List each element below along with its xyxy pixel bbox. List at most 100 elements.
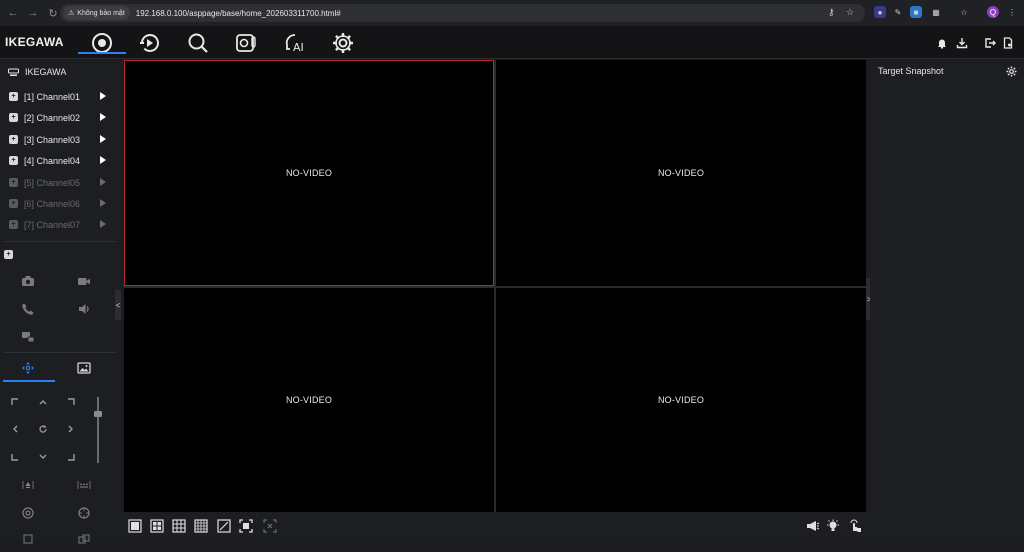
channel-play-icon[interactable] bbox=[100, 156, 106, 164]
playback-icon[interactable] bbox=[137, 31, 161, 55]
bell-icon[interactable] bbox=[936, 37, 948, 49]
preset-button[interactable] bbox=[0, 526, 56, 552]
pen-icon[interactable]: ✎ bbox=[892, 6, 904, 18]
gear-icon[interactable] bbox=[331, 31, 355, 55]
url-text[interactable]: 192.168.0.100/asppage/base/home_20260331… bbox=[136, 9, 341, 18]
video-cell-4[interactable]: NO-VIDEO bbox=[496, 288, 866, 512]
channel-item-5[interactable]: + [5] Channel05 bbox=[0, 172, 120, 193]
download-icon[interactable] bbox=[956, 37, 968, 49]
channel-item-6[interactable]: + [6] Channel06 bbox=[0, 193, 120, 214]
channel-add-icon[interactable]: + bbox=[9, 220, 18, 229]
address-bar[interactable]: ⚠ Không bảo mật 192.168.0.100/asppage/ba… bbox=[60, 4, 865, 22]
ptz-up-left-icon[interactable] bbox=[8, 395, 22, 409]
channel-item-2[interactable]: + [2] Channel02 bbox=[0, 107, 120, 128]
menu-kebab-icon[interactable]: ⋮ bbox=[1006, 6, 1018, 18]
zoom-digital-button[interactable] bbox=[0, 324, 56, 350]
ptz-left-icon[interactable] bbox=[8, 422, 22, 436]
aspect-ratio-icon[interactable] bbox=[217, 519, 231, 533]
channel-add-icon[interactable]: + bbox=[9, 135, 18, 144]
ptz-down-right-icon[interactable] bbox=[64, 450, 78, 464]
tab-image[interactable] bbox=[56, 355, 112, 381]
channel-play-icon[interactable] bbox=[100, 92, 106, 100]
channel-add-icon[interactable]: + bbox=[9, 113, 18, 122]
gear-icon[interactable] bbox=[1006, 66, 1017, 77]
focus-near-button[interactable] bbox=[0, 500, 56, 526]
talk-button[interactable] bbox=[0, 296, 56, 322]
forward-icon[interactable]: → bbox=[26, 6, 40, 20]
channel-add-icon[interactable]: + bbox=[9, 156, 18, 165]
channel-item-4[interactable]: + [4] Channel04 bbox=[0, 150, 120, 171]
nvr-device-icon bbox=[8, 68, 19, 76]
no-video-label: NO-VIDEO bbox=[657, 395, 705, 405]
channel-add-icon[interactable]: + bbox=[9, 199, 18, 208]
ptz-down-icon[interactable] bbox=[36, 450, 50, 464]
collapse-left-panel-handle[interactable]: < bbox=[115, 290, 121, 320]
layout-1-icon[interactable] bbox=[128, 519, 142, 533]
video-cell-1[interactable]: NO-VIDEO bbox=[124, 60, 494, 286]
channel-play-icon[interactable] bbox=[100, 135, 106, 143]
thermal-camera-icon[interactable] bbox=[234, 31, 258, 55]
expand-toggle-icon[interactable]: + bbox=[4, 250, 13, 259]
logout-icon[interactable] bbox=[984, 37, 996, 49]
left-panel: IKEGAWA + [1] Channel01 + [2] Channel02 … bbox=[0, 60, 120, 544]
channel-item-1[interactable]: + [1] Channel01 bbox=[0, 86, 120, 107]
ai-icon[interactable]: AI bbox=[283, 31, 307, 55]
brand-logo: IKEGAWA bbox=[5, 35, 64, 49]
channel-play-icon[interactable] bbox=[100, 199, 106, 207]
extension-icon[interactable]: ● bbox=[874, 6, 886, 18]
layout-9-icon[interactable] bbox=[172, 519, 186, 533]
profile-avatar[interactable]: Q bbox=[987, 6, 999, 18]
ptz-speed-slider[interactable] bbox=[97, 397, 99, 463]
right-panel: Target Snapshot bbox=[870, 60, 1024, 540]
extension-blue-icon[interactable]: ■ bbox=[910, 6, 922, 18]
channel-item-7[interactable]: + [7] Channel07 bbox=[0, 214, 120, 235]
reading-list-icon[interactable]: ☆ bbox=[958, 6, 970, 18]
channel-label: [1] Channel01 bbox=[24, 91, 81, 102]
layout-4-icon[interactable] bbox=[150, 519, 164, 533]
channel-add-icon[interactable]: + bbox=[9, 178, 18, 187]
patrol-button[interactable] bbox=[56, 526, 112, 552]
layout-16-icon[interactable] bbox=[194, 519, 208, 533]
alarm-horn-icon[interactable] bbox=[806, 519, 820, 533]
focus-far-button[interactable] bbox=[56, 500, 112, 526]
zoom-in-button[interactable] bbox=[0, 472, 56, 498]
file-icon[interactable] bbox=[1002, 37, 1014, 49]
ptz-move-icon bbox=[22, 362, 34, 374]
puzzle-icon[interactable]: ▦ bbox=[930, 6, 942, 18]
video-cell-3[interactable]: NO-VIDEO bbox=[124, 288, 494, 512]
channel-play-icon[interactable] bbox=[100, 178, 106, 186]
channel-play-icon[interactable] bbox=[100, 220, 106, 228]
ptz-up-right-icon[interactable] bbox=[64, 395, 78, 409]
security-chip[interactable]: ⚠ Không bảo mật bbox=[63, 6, 130, 20]
key-icon[interactable]: ⚷ bbox=[828, 7, 835, 18]
back-icon[interactable]: ← bbox=[6, 6, 20, 20]
ptz-right-icon[interactable] bbox=[64, 422, 78, 436]
no-video-label: NO-VIDEO bbox=[657, 168, 705, 178]
zoom-in-icon bbox=[22, 481, 34, 489]
ptz-speed-slider-handle[interactable] bbox=[94, 411, 102, 417]
ai-label: AI bbox=[293, 41, 304, 54]
patrol-icon bbox=[78, 534, 90, 544]
snapshot-button[interactable] bbox=[0, 268, 56, 294]
video-cell-2[interactable]: NO-VIDEO bbox=[496, 60, 866, 286]
bookmark-star-icon[interactable]: ☆ bbox=[846, 7, 854, 18]
channel-play-icon[interactable] bbox=[100, 113, 106, 121]
light-bulb-icon[interactable] bbox=[826, 519, 840, 533]
ptz-auto-rotate-icon[interactable] bbox=[36, 422, 50, 436]
channel-label: [7] Channel07 bbox=[24, 219, 81, 230]
device-tree-root[interactable]: IKEGAWA bbox=[0, 60, 120, 84]
fullscreen-icon[interactable] bbox=[239, 519, 253, 533]
audio-button[interactable] bbox=[56, 296, 112, 322]
video-grid: NO-VIDEO NO-VIDEO NO-VIDEO NO-VIDEO bbox=[124, 60, 866, 512]
zoom-out-button[interactable] bbox=[56, 472, 112, 498]
record-button[interactable] bbox=[56, 268, 112, 294]
ptz-down-left-icon[interactable] bbox=[8, 450, 22, 464]
touch-control-icon[interactable] bbox=[848, 519, 862, 533]
search-icon[interactable] bbox=[186, 31, 210, 55]
channel-add-icon[interactable]: + bbox=[9, 92, 18, 101]
ptz-up-icon[interactable] bbox=[36, 395, 50, 409]
reload-icon[interactable]: ↻ bbox=[46, 6, 60, 20]
close-all-icon[interactable] bbox=[263, 519, 277, 533]
tab-ptz[interactable] bbox=[0, 355, 56, 381]
channel-item-3[interactable]: + [3] Channel03 bbox=[0, 129, 120, 150]
